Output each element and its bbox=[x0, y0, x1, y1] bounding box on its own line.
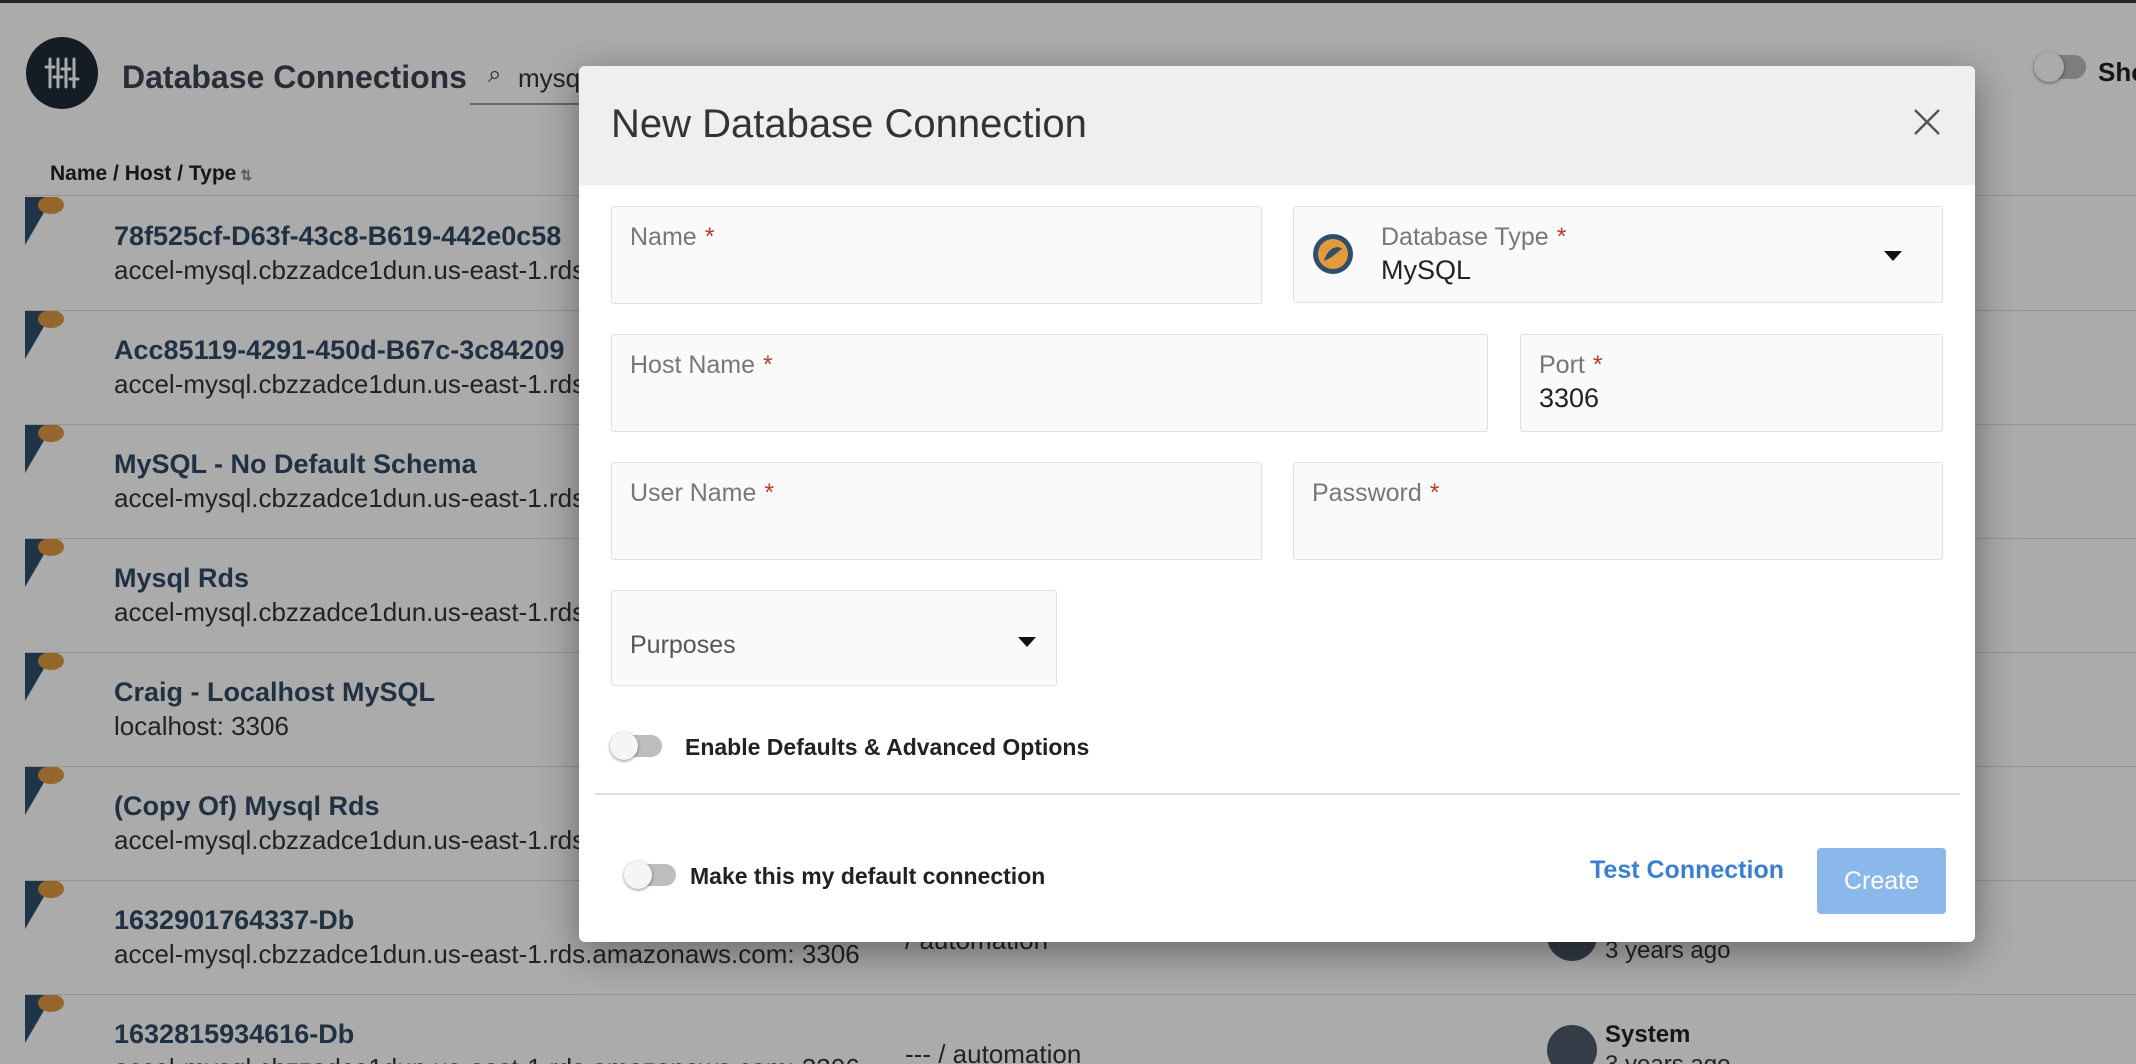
dialog-header: New Database Connection bbox=[579, 66, 1975, 185]
database-type-value: MySQL bbox=[1381, 255, 1472, 285]
test-connection-button[interactable]: Test Connection bbox=[1590, 856, 1784, 885]
database-type-select[interactable]: Database Type * MySQL bbox=[1293, 206, 1943, 303]
create-button[interactable]: Create bbox=[1817, 848, 1946, 914]
required-marker: * bbox=[763, 351, 773, 379]
port-label: Port * bbox=[1539, 351, 1603, 379]
name-field-label: Name * bbox=[630, 223, 715, 251]
close-button[interactable] bbox=[1907, 102, 1947, 142]
name-field[interactable]: Name * bbox=[611, 206, 1262, 304]
default-connection-label: Make this my default connection bbox=[690, 863, 1046, 889]
password-label: Password * bbox=[1312, 479, 1440, 507]
chevron-down-icon[interactable] bbox=[1018, 637, 1036, 647]
user-name-field[interactable]: User Name * bbox=[611, 462, 1262, 560]
password-field[interactable]: Password * bbox=[1293, 462, 1943, 560]
chevron-down-icon[interactable] bbox=[1884, 251, 1902, 261]
required-marker: * bbox=[1556, 223, 1567, 251]
advanced-options-toggle[interactable] bbox=[610, 732, 662, 760]
host-name-field[interactable]: Host Name * bbox=[611, 334, 1488, 432]
new-connection-dialog: New Database Connection Name * Database T… bbox=[579, 66, 1975, 942]
required-marker: * bbox=[764, 479, 775, 507]
purposes-select[interactable]: Purposes bbox=[611, 590, 1057, 686]
dialog-title: New Database Connection bbox=[611, 102, 1087, 146]
port-value: 3306 bbox=[1539, 383, 1600, 413]
default-connection-toggle[interactable] bbox=[624, 861, 676, 889]
divider bbox=[595, 793, 1960, 795]
database-type-label: Database Type * bbox=[1381, 223, 1567, 251]
port-field[interactable]: Port * 3306 bbox=[1520, 334, 1943, 432]
user-name-label: User Name * bbox=[630, 479, 775, 507]
advanced-options-label: Enable Defaults & Advanced Options bbox=[685, 734, 1090, 760]
mysql-dolphin-icon bbox=[1313, 234, 1353, 274]
required-marker: * bbox=[704, 223, 715, 251]
close-icon bbox=[1914, 109, 1940, 135]
required-marker: * bbox=[1429, 479, 1440, 507]
purposes-label: Purposes bbox=[630, 631, 736, 659]
host-name-label: Host Name * bbox=[630, 351, 773, 379]
required-marker: * bbox=[1592, 351, 1603, 379]
